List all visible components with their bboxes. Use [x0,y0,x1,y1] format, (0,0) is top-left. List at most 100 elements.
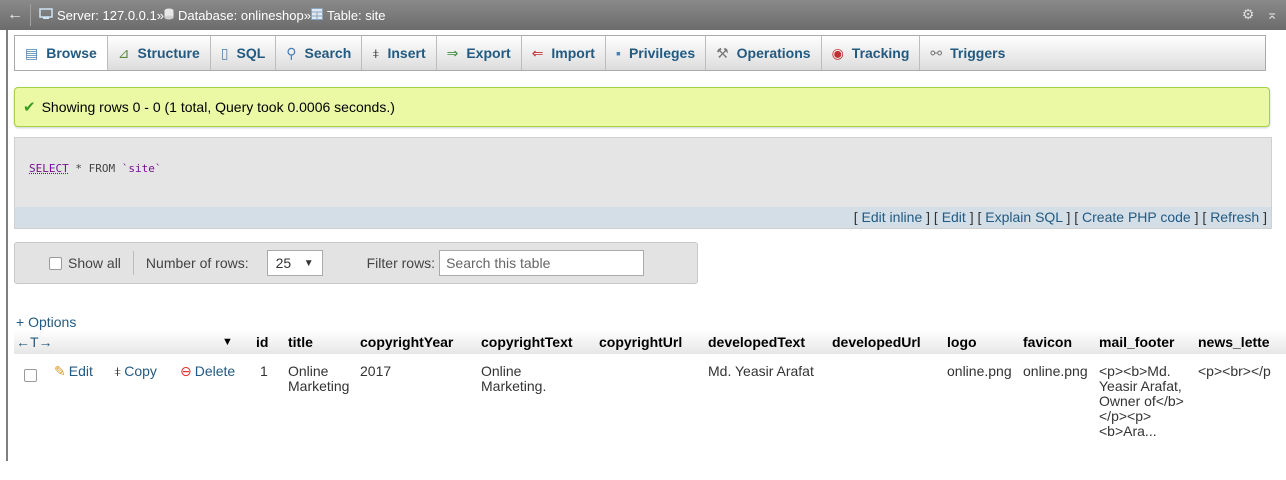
column-header[interactable]: logo [947,330,977,354]
tab-label: Tracking [852,45,910,61]
insert-icon: ⧧ [372,45,379,62]
success-message: ✔ Showing rows 0 - 0 (1 total, Query too… [14,87,1270,127]
breadcrumb-server-label[interactable]: Server: 127.0.0.1 [57,8,157,23]
cell-favicon[interactable]: online.png [1023,364,1088,379]
tab-operations[interactable]: ⚒ Operations [706,36,821,70]
options-toggle[interactable]: + Options [16,314,76,330]
cell-developedtext[interactable]: Md. Yeasir Arafat [708,364,814,379]
triggers-icon: ⚯ [930,45,942,62]
edit-label: Edit [69,363,93,379]
dropdown-arrow-icon: ▼ [304,258,314,269]
tab-label: Browse [46,45,97,61]
edit-inline-link[interactable]: Edit inline [862,209,923,225]
table-icon [311,8,323,23]
copy-label: Copy [124,363,157,379]
cell-title[interactable]: Online Marketing [288,364,354,394]
collapse-icon[interactable]: ⌅ [1266,6,1278,23]
show-all-label[interactable]: Show all [68,255,121,271]
serverbar-controls: ⚙ ⌅ [1242,6,1278,23]
sql-text: * FROM [69,162,122,175]
column-sort-dropdown-icon[interactable]: ▼ [222,330,233,354]
column-header[interactable]: copyrightUrl [599,330,682,354]
show-all-checkbox[interactable] [49,257,62,270]
tab-label: Search [305,45,352,61]
cell-id[interactable]: 1 [260,364,268,379]
browse-icon: ▤ [25,45,38,62]
sql-icon: ▯ [221,45,229,62]
tab-tracking[interactable]: ◉ Tracking [822,36,921,70]
cell-copyrightyear[interactable]: 2017 [360,364,391,379]
tab-structure[interactable]: ⊿ Structure [108,36,211,70]
tab-label: Triggers [950,45,1005,61]
tab-insert[interactable]: ⧧ Insert [362,36,436,70]
breadcrumb-separator: » [304,8,311,23]
show-all-control[interactable]: Show all [49,255,121,271]
server-icon [39,8,53,23]
operations-icon: ⚒ [716,45,729,62]
refresh-link[interactable]: Refresh [1210,209,1259,225]
explain-sql-link[interactable]: Explain SQL [985,209,1062,225]
delete-icon: ⊖ [180,363,192,379]
tracking-icon: ◉ [832,45,844,62]
tab-triggers[interactable]: ⚯ Triggers [920,36,1015,70]
copy-row-link[interactable]: ⧧ Copy [114,364,157,379]
delete-label: Delete [195,363,235,379]
column-resize-icon[interactable]: ←T→ [16,330,53,354]
column-header[interactable]: copyrightText [481,330,573,354]
tab-label: SQL [237,45,266,61]
column-header[interactable]: copyrightYear [360,330,453,354]
breadcrumb-database-label[interactable]: Database: onlineshop [178,8,304,23]
divider [30,4,31,26]
settings-gear-icon[interactable]: ⚙ [1242,6,1255,23]
checkmark-icon: ✔ [23,98,36,116]
tab-import[interactable]: ⇐ Import [522,36,606,70]
edit-row-link[interactable]: ✎ Edit [54,364,93,379]
tab-browse[interactable]: ▤ Browse [15,36,108,70]
column-header[interactable]: favicon [1023,330,1072,354]
tab-label: Privileges [629,45,695,61]
query-links: [ Edit inline ] [ Edit ] [ Explain SQL ]… [14,207,1272,229]
search-icon: ⚲ [286,45,296,62]
success-message-text: Showing rows 0 - 0 (1 total, Query took … [42,99,395,115]
divider [133,251,134,275]
cell-logo[interactable]: online.png [947,364,1012,379]
pencil-icon: ✎ [54,363,66,379]
cell-mail-footer[interactable]: <p><b>Md. Yeasir Arafat, Owner of</b></p… [1099,364,1191,439]
tab-export[interactable]: ⇒ Export [437,36,522,70]
database-icon [164,8,174,23]
import-icon: ⇐ [532,45,544,62]
sql-keyword[interactable]: SELECT [29,162,69,175]
cell-copyrighttext[interactable]: Online Marketing. [481,364,561,394]
rows-per-page-select[interactable]: 25 ▼ [267,250,323,276]
tab-label: Operations [737,45,811,61]
export-icon: ⇒ [447,45,459,62]
breadcrumb-separator: » [157,8,164,23]
column-header[interactable]: developedUrl [832,330,921,354]
create-php-code-link[interactable]: Create PHP code [1082,209,1191,225]
column-header[interactable]: developedText [708,330,805,354]
tab-search[interactable]: ⚲ Search [276,36,362,70]
breadcrumb-bar: ← Server: 127.0.0.1 » Database: onlinesh… [0,0,1286,30]
column-header[interactable]: mail_footer [1099,330,1174,354]
column-header[interactable]: id [256,330,268,354]
column-header[interactable]: title [288,330,313,354]
copy-icon: ⧧ [114,363,121,379]
table-tabs: ▤ Browse ⊿ Structure ▯ SQL ⚲ Search ⧧ Insert … [14,35,1266,71]
breadcrumb-database[interactable]: Database: onlineshop [164,8,304,23]
breadcrumb-table-label[interactable]: Table: site [327,8,386,23]
tab-sql[interactable]: ▯ SQL [211,36,277,70]
breadcrumb-server[interactable]: Server: 127.0.0.1 [39,8,157,23]
navigation-controls: Show all Number of rows: 25 ▼ Filter row… [14,242,698,284]
cell-news-letter[interactable]: <p><br></p [1198,364,1286,379]
tab-privileges[interactable]: ▪ Privileges [606,36,706,70]
filter-rows-input[interactable]: Search this table [439,250,644,276]
row-select-checkbox[interactable] [24,367,37,382]
column-header[interactable]: news_lette [1198,330,1270,354]
edit-link[interactable]: Edit [942,209,966,225]
delete-row-link[interactable]: ⊖ Delete [180,364,235,379]
breadcrumb-table[interactable]: Table: site [311,8,386,23]
tab-label: Export [466,45,510,61]
privileges-icon: ▪ [616,45,621,61]
back-arrow-icon[interactable]: ← [0,6,30,24]
structure-icon: ⊿ [118,45,130,62]
